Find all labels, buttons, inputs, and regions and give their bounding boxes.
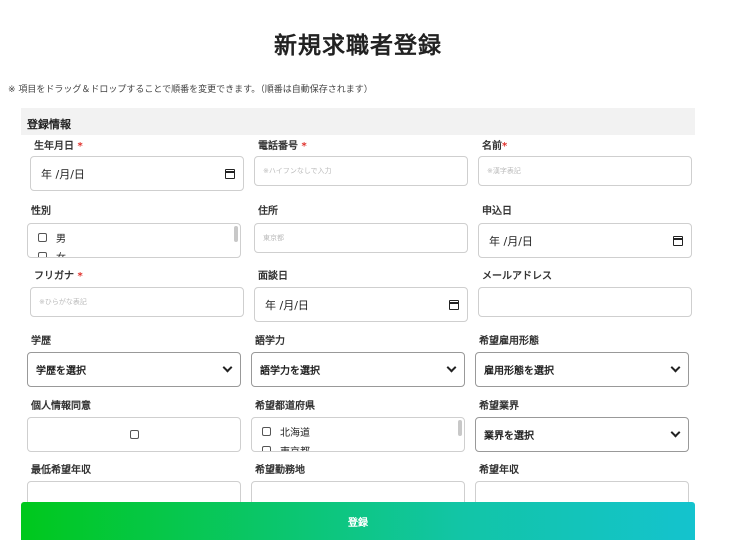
phone-label: 電話番号 bbox=[258, 141, 298, 152]
education-selected: 学歴を選択 bbox=[36, 366, 86, 377]
field-interview-date: 面談日 年 /月/日 bbox=[254, 270, 468, 322]
phone-placeholder: ※ハイフンなしで入力 bbox=[263, 167, 332, 175]
prefecture-listbox[interactable]: 北海道 東京都 bbox=[251, 417, 465, 452]
gender-listbox[interactable]: 男 女 bbox=[27, 223, 241, 258]
field-furigana: フリガナ * ※ひらがな表記 bbox=[30, 270, 244, 317]
interview-date-input[interactable]: 年 /月/日 bbox=[254, 287, 468, 322]
phone-input[interactable]: ※ハイフンなしで入力 bbox=[254, 156, 468, 186]
reorder-note: ※ 項目をドラッグ＆ドロップすることで順番を変更できます。（順番は自動保存されま… bbox=[8, 85, 373, 95]
field-email: メールアドレス bbox=[478, 270, 692, 317]
field-address: 住所 東京都 bbox=[254, 205, 468, 253]
scrollbar[interactable] bbox=[234, 226, 238, 242]
chevron-down-icon bbox=[670, 362, 681, 373]
chevron-down-icon bbox=[446, 362, 457, 373]
chevron-down-icon bbox=[222, 362, 233, 373]
calendar-icon[interactable] bbox=[449, 299, 459, 310]
education-label: 学歴 bbox=[31, 336, 51, 347]
gender-option-female[interactable]: 女 bbox=[38, 247, 240, 257]
salary-label: 希望年収 bbox=[479, 465, 519, 476]
birthdate-value: 年 /月/日 bbox=[41, 167, 85, 181]
field-phone: 電話番号 * ※ハイフンなしで入力 bbox=[254, 140, 468, 186]
prefecture-label: 希望都道府県 bbox=[255, 401, 315, 412]
section-title: 登録情報 bbox=[27, 118, 71, 131]
gender-option-label: 女 bbox=[56, 249, 66, 257]
field-prefecture: 希望都道府県 北海道 東京都 bbox=[251, 400, 465, 452]
email-input[interactable] bbox=[478, 287, 692, 317]
checkbox[interactable] bbox=[262, 427, 271, 436]
apply-date-input[interactable]: 年 /月/日 bbox=[478, 223, 692, 258]
checkbox[interactable] bbox=[38, 233, 47, 242]
address-input[interactable]: 東京都 bbox=[254, 223, 468, 253]
prefecture-option-hokkaido[interactable]: 北海道 bbox=[262, 422, 464, 441]
interview-date-label: 面談日 bbox=[258, 271, 288, 282]
employment-type-label: 希望雇用形態 bbox=[479, 336, 539, 347]
gender-option-male[interactable]: 男 bbox=[38, 228, 240, 247]
prefecture-option-label: 東京都 bbox=[280, 443, 310, 451]
page-title: 新規求職者登録 bbox=[274, 33, 442, 59]
employment-type-selected: 雇用形態を選択 bbox=[484, 366, 554, 377]
required-mark: * bbox=[77, 141, 83, 152]
field-min-salary: 最低希望年収 bbox=[27, 464, 241, 516]
industry-select[interactable]: 業界を選択 bbox=[475, 417, 689, 452]
name-input[interactable]: ※漢字表記 bbox=[478, 156, 692, 186]
field-privacy-consent: 個人情報同意 bbox=[27, 400, 241, 452]
chevron-down-icon bbox=[670, 427, 681, 438]
register-button[interactable]: 登録 bbox=[21, 502, 695, 540]
field-industry: 希望業界 業界を選択 bbox=[475, 400, 689, 452]
required-mark: * bbox=[301, 141, 307, 152]
address-placeholder: 東京都 bbox=[263, 234, 284, 242]
prefecture-option-tokyo[interactable]: 東京都 bbox=[262, 441, 464, 451]
required-mark: * bbox=[502, 141, 508, 152]
prefecture-option-label: 北海道 bbox=[280, 428, 310, 439]
privacy-consent-label: 個人情報同意 bbox=[31, 401, 91, 412]
field-employment-type: 希望雇用形態 雇用形態を選択 bbox=[475, 335, 689, 387]
education-select[interactable]: 学歴を選択 bbox=[27, 352, 241, 387]
field-salary: 希望年収 bbox=[475, 464, 689, 516]
language-select[interactable]: 語学力を選択 bbox=[251, 352, 465, 387]
checkbox[interactable] bbox=[38, 252, 47, 257]
email-label: メールアドレス bbox=[482, 271, 552, 282]
required-mark: * bbox=[77, 271, 83, 282]
industry-selected: 業界を選択 bbox=[484, 431, 534, 442]
industry-label: 希望業界 bbox=[479, 401, 519, 412]
furigana-label: フリガナ bbox=[34, 271, 74, 282]
birthdate-input[interactable]: 年 /月/日 bbox=[30, 156, 244, 191]
calendar-icon[interactable] bbox=[673, 235, 683, 246]
field-name: 名前* ※漢字表記 bbox=[478, 140, 692, 186]
work-location-label: 希望勤務地 bbox=[255, 465, 305, 476]
language-selected: 語学力を選択 bbox=[260, 366, 320, 377]
furigana-placeholder: ※ひらがな表記 bbox=[39, 298, 87, 306]
interview-date-value: 年 /月/日 bbox=[265, 298, 309, 312]
apply-date-value: 年 /月/日 bbox=[489, 234, 533, 248]
min-salary-label: 最低希望年収 bbox=[31, 465, 91, 476]
gender-option-label: 男 bbox=[56, 234, 66, 245]
field-work-location: 希望勤務地 bbox=[251, 464, 465, 516]
address-label: 住所 bbox=[258, 206, 278, 217]
privacy-consent-checkbox[interactable] bbox=[129, 430, 139, 439]
field-birthdate: 生年月日 * 年 /月/日 bbox=[30, 140, 244, 191]
name-label: 名前 bbox=[482, 141, 502, 152]
field-gender: 性別 男 女 bbox=[27, 205, 241, 258]
field-language: 語学力 語学力を選択 bbox=[251, 335, 465, 387]
checkbox[interactable] bbox=[262, 446, 271, 451]
employment-type-select[interactable]: 雇用形態を選択 bbox=[475, 352, 689, 387]
language-label: 語学力 bbox=[255, 336, 285, 347]
birthdate-label: 生年月日 bbox=[34, 141, 74, 152]
apply-date-label: 申込日 bbox=[482, 206, 512, 217]
section-header: 登録情報 bbox=[21, 108, 695, 135]
calendar-icon[interactable] bbox=[225, 168, 235, 179]
name-placeholder: ※漢字表記 bbox=[487, 167, 521, 175]
field-education: 学歴 学歴を選択 bbox=[27, 335, 241, 387]
scrollbar[interactable] bbox=[458, 420, 462, 436]
field-apply-date: 申込日 年 /月/日 bbox=[478, 205, 692, 258]
privacy-consent-box bbox=[27, 417, 241, 452]
furigana-input[interactable]: ※ひらがな表記 bbox=[30, 287, 244, 317]
gender-label: 性別 bbox=[31, 206, 51, 217]
